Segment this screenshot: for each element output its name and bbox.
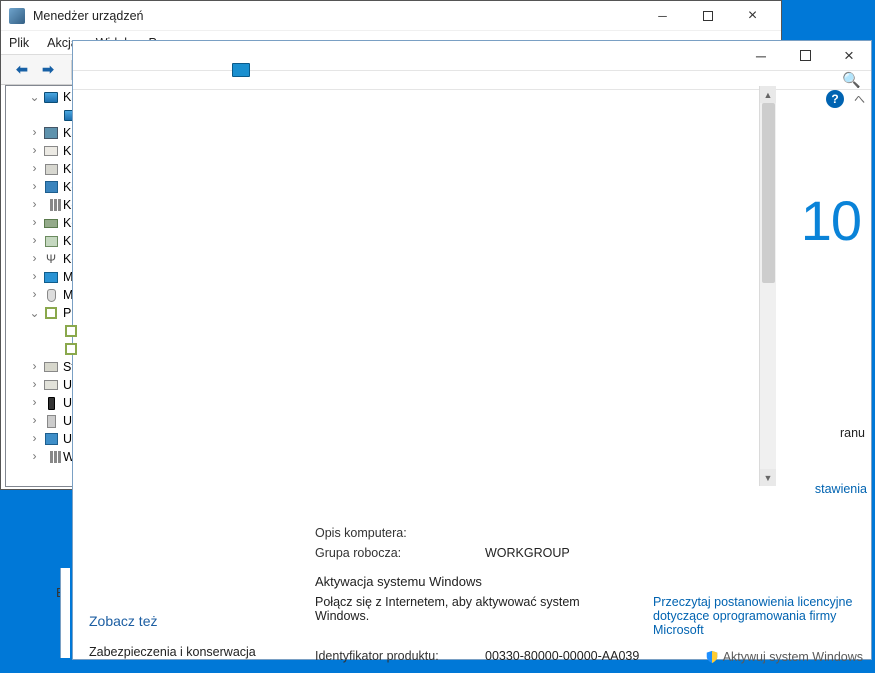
expand-icon[interactable]: ›: [28, 252, 41, 266]
sys-icon: [43, 431, 59, 447]
system-addressbar: 🔍: [73, 71, 871, 90]
collapse-icon[interactable]: ⌄: [28, 306, 41, 321]
cpu-icon: [63, 323, 79, 339]
collapse-icon[interactable]: ⌄: [28, 90, 41, 105]
disk-icon: [43, 359, 59, 375]
computer-icon: [43, 179, 59, 195]
expand-icon[interactable]: ›: [28, 198, 41, 212]
ide-icon: [43, 215, 59, 231]
maximize-button[interactable]: [783, 41, 827, 71]
system-window: ─ × 🔍 ? へ Zobacz też Zabezpieczenia i ko…: [72, 40, 872, 660]
system-right-pane: 10 ranu stawienia Opis komputera: Grupa …: [297, 108, 871, 673]
help-icon[interactable]: ?: [826, 90, 844, 108]
system-titlebar[interactable]: ─ ×: [73, 41, 871, 71]
expand-icon[interactable]: ›: [28, 288, 41, 302]
dm-title: Menedżer urządzeń: [33, 9, 640, 23]
dm-titlebar[interactable]: Menedżer urządzeń ─ ×: [1, 1, 781, 31]
back-button[interactable]: ⬅: [11, 59, 33, 81]
expand-icon[interactable]: ›: [28, 378, 41, 392]
expand-icon[interactable]: ›: [28, 180, 41, 194]
see-also-heading: Zobacz też: [89, 613, 281, 629]
partial-link-settings[interactable]: stawienia: [815, 482, 867, 496]
hid-icon: [43, 377, 59, 393]
workgroup-label: Grupa robocza:: [315, 546, 485, 560]
chevron-up-icon[interactable]: へ: [854, 91, 865, 107]
security-maintenance-link[interactable]: Zabezpieczenia i konserwacja: [89, 645, 281, 659]
kbd-icon: [43, 143, 59, 159]
expand-icon[interactable]: ›: [28, 234, 41, 248]
usb-icon: Ψ: [43, 251, 59, 267]
windows-logo-10: 10: [801, 188, 861, 253]
license-terms-link[interactable]: Przeczytaj postanowienia licencyjne doty…: [653, 595, 852, 637]
net-icon: [43, 125, 59, 141]
expand-icon[interactable]: ›: [28, 126, 41, 140]
cpu-icon: [63, 341, 79, 357]
device-manager-icon: [9, 8, 25, 24]
mouse-icon: [43, 287, 59, 303]
expand-icon[interactable]: ›: [28, 396, 41, 410]
close-button[interactable]: ×: [730, 2, 775, 30]
menu-file[interactable]: Plik: [9, 36, 29, 50]
phone-icon: [43, 395, 59, 411]
display-icon: [43, 89, 59, 105]
product-id-label: Identyfikator produktu:: [315, 649, 485, 663]
cpu-icon: [43, 305, 59, 321]
forward-button[interactable]: ➡: [37, 59, 59, 81]
vertical-scrollbar[interactable]: ▲ ▼: [759, 86, 776, 486]
partial-text-ranu: ranu: [840, 426, 865, 440]
monitor-icon: [43, 269, 59, 285]
system-helpbar: ? へ: [73, 90, 871, 108]
activate-windows-watermark[interactable]: Aktywuj system Windows: [705, 650, 863, 664]
background-window-edge: [60, 568, 70, 658]
activation-heading: Aktywacja systemu Windows: [315, 574, 853, 589]
expand-icon[interactable]: ›: [28, 360, 41, 374]
product-id-value: 00330-80000-00000-AA039: [485, 649, 639, 663]
expand-icon[interactable]: ›: [28, 450, 41, 464]
computer-description-label: Opis komputera:: [315, 526, 485, 540]
system-left-pane: Zobacz też Zabezpieczenia i konserwacja: [73, 108, 297, 673]
minimize-button[interactable]: ─: [739, 41, 783, 71]
expand-icon[interactable]: ›: [28, 162, 41, 176]
scroll-up-button[interactable]: ▲: [760, 86, 776, 103]
print-icon: [43, 161, 59, 177]
expand-icon[interactable]: ›: [28, 432, 41, 446]
activate-windows-text: Aktywuj system Windows: [723, 650, 863, 664]
audio-icon: [43, 449, 59, 465]
storage-icon: [43, 233, 59, 249]
shield-icon: [705, 650, 719, 664]
expand-icon[interactable]: ›: [28, 414, 41, 428]
minimize-button[interactable]: ─: [640, 2, 685, 30]
scroll-down-button[interactable]: ▼: [760, 469, 776, 486]
workgroup-value: WORKGROUP: [485, 546, 570, 560]
expand-icon[interactable]: ›: [28, 144, 41, 158]
expand-icon[interactable]: ›: [28, 270, 41, 284]
expand-icon[interactable]: ›: [28, 216, 41, 230]
port-icon: [43, 413, 59, 429]
close-button[interactable]: ×: [827, 41, 871, 71]
audio-icon: [43, 197, 59, 213]
activation-message: Połącz się z Internetem, aby aktywować s…: [315, 595, 635, 637]
search-icon[interactable]: 🔍: [842, 71, 861, 89]
scroll-thumb[interactable]: [762, 103, 775, 283]
maximize-button[interactable]: [685, 2, 730, 30]
